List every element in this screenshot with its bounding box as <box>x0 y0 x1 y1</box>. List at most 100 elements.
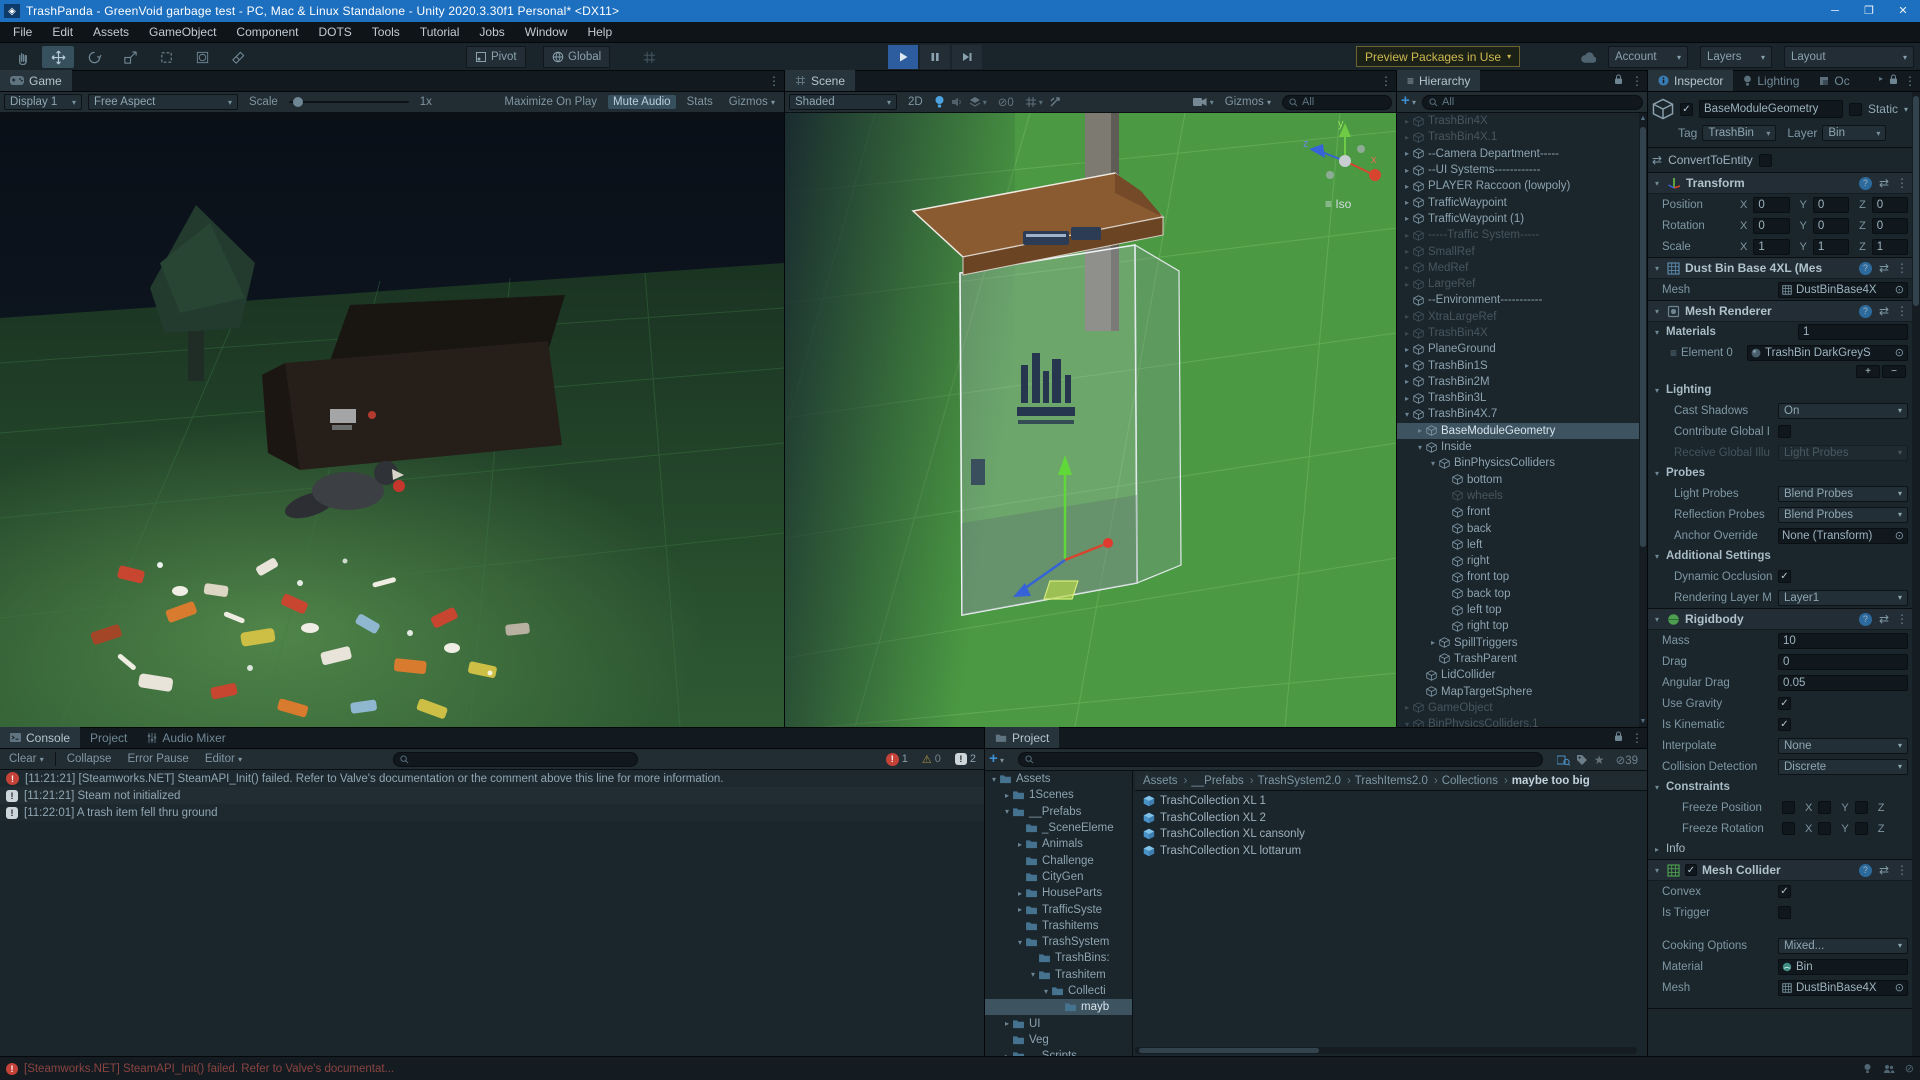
scene-audio-icon[interactable] <box>951 96 963 108</box>
tab-inspector[interactable]: Inspector <box>1648 70 1733 91</box>
clear-button[interactable]: Clear ▾ <box>4 752 49 766</box>
component-kebab[interactable]: ⋮ <box>1896 176 1908 190</box>
menu-item[interactable]: File <box>4 23 41 41</box>
hierarchy-row[interactable]: TrashParent <box>1397 651 1639 667</box>
x-field[interactable]: 0 <box>1753 218 1789 234</box>
hierarchy-row[interactable]: ▸ BaseModuleGeometry <box>1397 423 1639 439</box>
foldout-arrow[interactable]: ▾ <box>1002 807 1012 816</box>
custom-tool-icon[interactable] <box>222 46 254 68</box>
foldout-arrow[interactable]: ▸ <box>1015 840 1025 849</box>
tab-scene[interactable]: Scene <box>785 70 855 91</box>
foldout-arrow[interactable]: ▸ <box>1401 263 1413 272</box>
foldout-arrow[interactable]: ▾ <box>1015 938 1025 947</box>
foldout-arrow[interactable]: ▸ <box>1401 133 1413 142</box>
mesh-object-field[interactable]: DustBinBase4X ⊙ <box>1778 282 1908 298</box>
foldout-arrow[interactable]: ▸ <box>1401 166 1413 175</box>
foldout-arrow[interactable]: ▸ <box>1401 247 1413 256</box>
folder-row[interactable]: ▸ HouseParts <box>985 885 1132 901</box>
folder-row[interactable]: ▾ TrashSystem <box>985 934 1132 950</box>
play-button[interactable] <box>888 45 918 69</box>
menu-item[interactable]: GameObject <box>140 23 225 41</box>
interpolate-dropdown[interactable]: None▾ <box>1778 738 1908 754</box>
foldout-arrow[interactable]: ▸ <box>1401 345 1413 354</box>
inspector-scrollbar[interactable] <box>1912 92 1920 1059</box>
pivot-toggle[interactable]: Pivot <box>466 46 526 68</box>
folder-row[interactable]: ▸ UI <box>985 1015 1132 1031</box>
foldout-arrow[interactable]: ▾ <box>989 775 999 784</box>
lock-icon[interactable] <box>1889 74 1898 88</box>
help-icon[interactable]: ? <box>1859 613 1872 626</box>
hierarchy-row[interactable]: ▾ BinPhysicsColliders <box>1397 455 1639 471</box>
tab-lighting[interactable]: Lighting <box>1733 70 1809 91</box>
z-field[interactable]: 1 <box>1872 239 1908 255</box>
minimize-button[interactable]: ─ <box>1818 0 1852 22</box>
collider-enabled-checkbox[interactable]: ✓ <box>1685 864 1697 876</box>
asset-row[interactable]: TrashCollection XL 1 <box>1133 793 1647 810</box>
hierarchy-search[interactable]: All <box>1422 95 1643 110</box>
menu-item[interactable]: Help <box>578 23 621 41</box>
hierarchy-row[interactable]: LidCollider <box>1397 667 1639 683</box>
hierarchy-row[interactable]: ▸ TrashBin4X.1 <box>1397 129 1639 145</box>
tab-project-console-group[interactable]: Project <box>80 727 137 748</box>
tab-occlusion[interactable]: Oc <box>1809 70 1859 91</box>
hierarchy-row[interactable]: ▸ TrafficWaypoint <box>1397 194 1639 210</box>
editor-dropdown[interactable]: Editor ▾ <box>200 752 247 766</box>
lock-icon[interactable] <box>1614 731 1623 745</box>
game-menu-kebab[interactable]: ⋮ <box>768 74 780 88</box>
layer-dropdown[interactable]: Bin▾ <box>1822 125 1886 141</box>
asset-row[interactable]: TrashCollection XL cansonly <box>1133 826 1647 843</box>
static-dropdown-arrow[interactable]: ▾ <box>1904 105 1908 114</box>
drag-handle-icon[interactable]: ≡ <box>1670 346 1677 360</box>
hierarchy-row[interactable]: --Environment----------- <box>1397 292 1639 308</box>
tab-overflow-arrow[interactable]: ▸ <box>1879 74 1883 88</box>
transform-header[interactable]: ▾ Transform ?⇄⋮ <box>1648 172 1912 194</box>
additional-settings-foldout[interactable]: Additional Settings <box>1666 550 1771 562</box>
component-kebab[interactable]: ⋮ <box>1896 863 1908 877</box>
constraints-foldout[interactable]: Constraints <box>1666 781 1730 793</box>
asset-row[interactable]: TrashCollection XL lottarum <box>1133 843 1647 860</box>
tab-hierarchy[interactable]: ≡ Hierarchy <box>1397 70 1480 91</box>
shading-dropdown[interactable]: Shaded▾ <box>789 94 897 110</box>
freeze-px-checkbox[interactable] <box>1782 801 1795 814</box>
menu-item[interactable]: Assets <box>84 23 138 41</box>
freeze-pz-checkbox[interactable] <box>1855 801 1868 814</box>
angular-drag-field[interactable]: 0.05 <box>1778 675 1908 691</box>
transform-tool-icon[interactable] <box>186 46 218 68</box>
maximize-button[interactable]: ❐ <box>1852 0 1886 22</box>
folder-row[interactable]: Veg <box>985 1032 1132 1048</box>
hierarchy-row[interactable]: right <box>1397 553 1639 569</box>
hierarchy-row[interactable]: left top <box>1397 602 1639 618</box>
scene-visibility-toggle[interactable]: ⊘0 <box>993 94 1019 110</box>
hierarchy-row[interactable]: bottom <box>1397 472 1639 488</box>
scale-tool-icon[interactable] <box>114 46 146 68</box>
hierarchy-row[interactable]: wheels <box>1397 488 1639 504</box>
collapse-toggle[interactable]: Collapse <box>62 752 117 766</box>
hierarchy-row[interactable]: ▸ LargeRef <box>1397 276 1639 292</box>
meshfilter-header[interactable]: ▾ Dust Bin Base 4XL (Mes ?⇄⋮ <box>1648 257 1912 279</box>
search-by-label-icon[interactable] <box>1576 754 1588 766</box>
folder-row[interactable]: mayb <box>985 999 1132 1015</box>
console-search[interactable] <box>393 752 638 767</box>
foldout-arrow[interactable]: ▸ <box>1401 377 1413 386</box>
y-field[interactable]: 1 <box>1813 239 1849 255</box>
folder-row[interactable]: CityGen <box>985 869 1132 885</box>
folder-row[interactable]: ▾ __Prefabs <box>985 804 1132 820</box>
cloud-icon[interactable] <box>1572 46 1604 68</box>
scene-search[interactable]: All <box>1282 95 1392 110</box>
presets-icon[interactable]: ⇄ <box>1879 261 1889 275</box>
tag-dropdown[interactable]: TrashBin▾ <box>1702 125 1776 141</box>
tab-game[interactable]: Game <box>0 70 72 91</box>
hierarchy-row[interactable]: ▾ Inside <box>1397 439 1639 455</box>
convert-checkbox[interactable] <box>1759 154 1772 167</box>
foldout-arrow[interactable]: ▸ <box>1401 703 1413 712</box>
meshrenderer-header[interactable]: ▾ Mesh Renderer ?⇄⋮ <box>1648 300 1912 322</box>
pause-button[interactable] <box>920 45 950 69</box>
y-field[interactable]: 0 <box>1813 218 1849 234</box>
z-field[interactable]: 0 <box>1872 218 1908 234</box>
collision-detection-dropdown[interactable]: Discrete▾ <box>1778 759 1908 775</box>
object-name-field[interactable]: BaseModuleGeometry <box>1699 100 1843 118</box>
foldout-arrow[interactable]: ▸ <box>1401 198 1413 207</box>
foldout-arrow[interactable]: ▾ <box>1041 987 1051 996</box>
close-button[interactable]: ✕ <box>1886 0 1920 22</box>
physic-material-field[interactable]: Bin <box>1778 959 1908 975</box>
